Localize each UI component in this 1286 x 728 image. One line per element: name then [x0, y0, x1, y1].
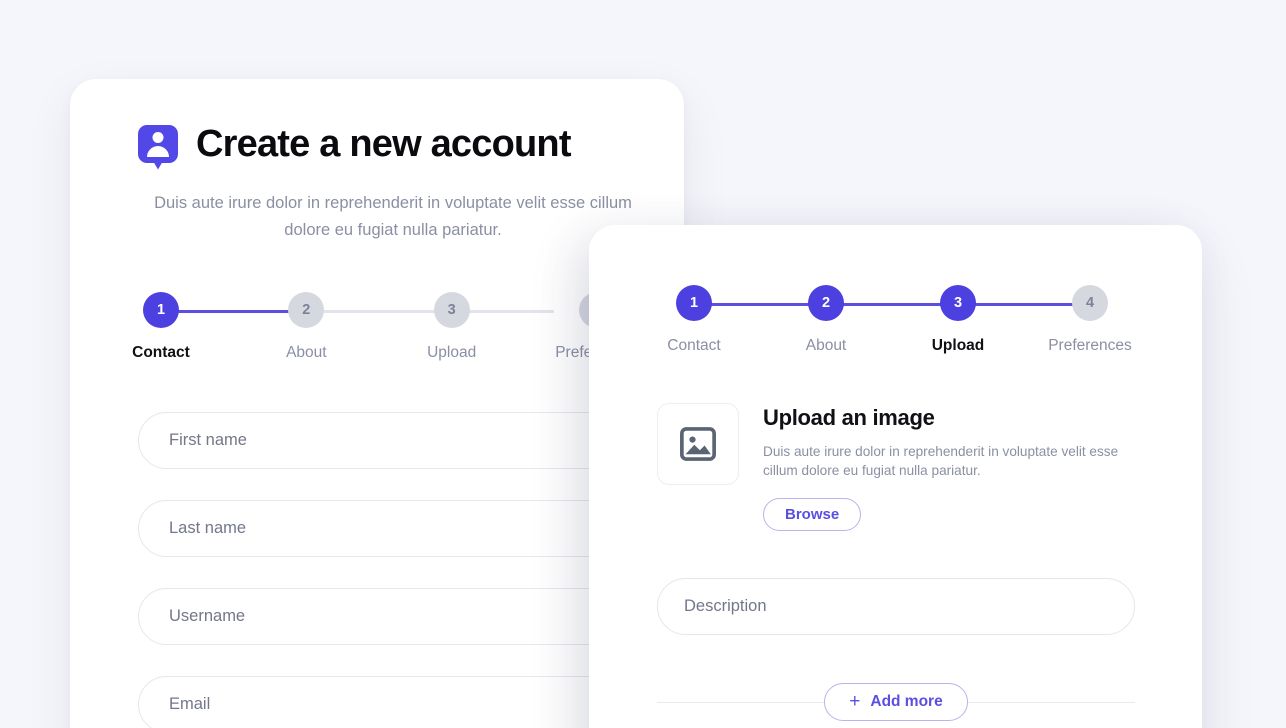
step-item-contact[interactable]: 1 Contact [657, 285, 731, 355]
browse-button[interactable]: Browse [763, 498, 862, 531]
image-thumbnail-box[interactable] [657, 403, 739, 485]
step-label: Upload [931, 337, 985, 354]
page-root: Create a new account Duis aute irure dol… [0, 0, 1286, 728]
plus-icon: + [849, 690, 861, 712]
upload-title: Upload an image [763, 405, 935, 430]
upload-description: Duis aute irure dolor in reprehenderit i… [763, 444, 1119, 478]
add-more-button[interactable]: + Add more [824, 683, 968, 721]
step-number: 1 [676, 285, 712, 321]
stepper-upload: 1 Contact 2 About 3 Upload 4 Preferences [657, 285, 1132, 355]
upload-step-card: 1 Contact 2 About 3 Upload 4 Preferences [589, 225, 1202, 728]
step-item-about[interactable]: 2 About [269, 292, 343, 362]
step-item-upload[interactable]: 3 Upload [415, 292, 489, 362]
add-more-section: + Add more [657, 683, 1135, 721]
image-placeholder-icon [680, 427, 716, 461]
upload-section: Upload an image Duis aute irure dolor in… [657, 403, 1202, 531]
page-header: Create a new account [138, 123, 636, 170]
step-item-preferences[interactable]: 4 Preferences [1048, 285, 1132, 355]
front-card-content: 1 Contact 2 About 3 Upload 4 Preferences [589, 225, 1202, 721]
step-item-contact[interactable]: 1 Contact [124, 292, 198, 362]
step-number: 2 [288, 292, 325, 328]
stepper-contact: 1 Contact 2 About 3 Upload 4 Preferences [124, 292, 639, 362]
step-item-about[interactable]: 2 About [789, 285, 863, 355]
contact-field-list: First name Last name Username Email [138, 412, 684, 728]
step-number: 3 [940, 285, 976, 321]
step-number: 4 [1072, 285, 1108, 321]
step-number: 1 [143, 292, 179, 328]
user-pin-icon [138, 124, 178, 170]
step-number: 3 [433, 292, 470, 328]
step-label: Preferences [1048, 337, 1132, 354]
page-subtitle: Duis aute irure dolor in reprehenderit i… [154, 194, 632, 239]
step-label: About [286, 344, 327, 361]
step-label: Contact [667, 337, 721, 354]
description-input[interactable]: Description [657, 578, 1135, 635]
page-title: Create a new account [196, 123, 572, 165]
step-item-upload[interactable]: 3 Upload [921, 285, 995, 355]
step-label: About [805, 337, 847, 354]
step-label: Contact [132, 344, 190, 361]
upload-text-block: Upload an image Duis aute irure dolor in… [763, 403, 1129, 531]
step-label: Upload [427, 344, 477, 361]
add-more-label: Add more [870, 693, 943, 710]
step-number: 2 [808, 285, 844, 321]
